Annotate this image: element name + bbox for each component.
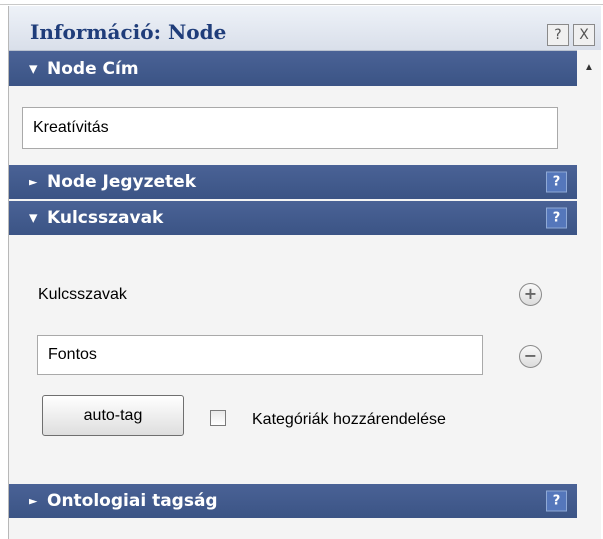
help-icon[interactable]: ? — [547, 24, 569, 46]
section-label-node-cim: Node Cím — [47, 58, 139, 79]
assign-categories-label: Kategóriák hozzárendelése — [252, 411, 446, 428]
keywords-field-label: Kulcsszavak — [38, 286, 127, 303]
scroll-up-arrow-icon[interactable]: ▲ — [577, 50, 601, 86]
section-header-node-cim[interactable]: ▼ Node Cím — [9, 51, 577, 86]
section-header-node-jegyzetek[interactable]: ► Node Jegyzetek ? — [9, 165, 577, 199]
help-icon[interactable]: ? — [546, 171, 567, 193]
expanded-triangle-icon: ▼ — [29, 211, 38, 225]
help-icon[interactable]: ? — [546, 490, 567, 512]
remove-keyword-button[interactable]: − — [519, 345, 542, 368]
top-border-line — [0, 4, 603, 5]
panel-titlebar: Információ: Node ? X — [9, 6, 601, 51]
collapsed-triangle-icon: ► — [29, 494, 38, 508]
keyword-input[interactable]: Fontos — [37, 335, 483, 375]
section-label-kulcsszavak: Kulcsszavak — [47, 208, 164, 228]
auto-tag-button[interactable]: auto-tag — [42, 395, 184, 436]
panel-title: Információ: Node — [30, 20, 227, 44]
add-keyword-button[interactable]: + — [519, 283, 542, 306]
section-label-node-jegyzetek: Node Jegyzetek — [47, 172, 197, 192]
close-icon[interactable]: X — [573, 24, 595, 46]
assign-categories-checkbox[interactable] — [210, 410, 226, 426]
collapsed-triangle-icon: ► — [29, 175, 38, 189]
help-icon[interactable]: ? — [546, 207, 567, 229]
expanded-triangle-icon: ▼ — [29, 62, 38, 75]
node-title-input[interactable]: Kreatívitás — [22, 107, 558, 149]
info-panel: Információ: Node ? X ▲ ▼ Node Cím Kreatí… — [8, 6, 601, 539]
section-header-ontologiai-tagsag[interactable]: ► Ontologiai tagság ? — [9, 484, 577, 518]
section-header-kulcsszavak[interactable]: ▼ Kulcsszavak ? — [9, 201, 577, 235]
section-label-ontologiai-tagsag: Ontologiai tagság — [47, 491, 218, 511]
